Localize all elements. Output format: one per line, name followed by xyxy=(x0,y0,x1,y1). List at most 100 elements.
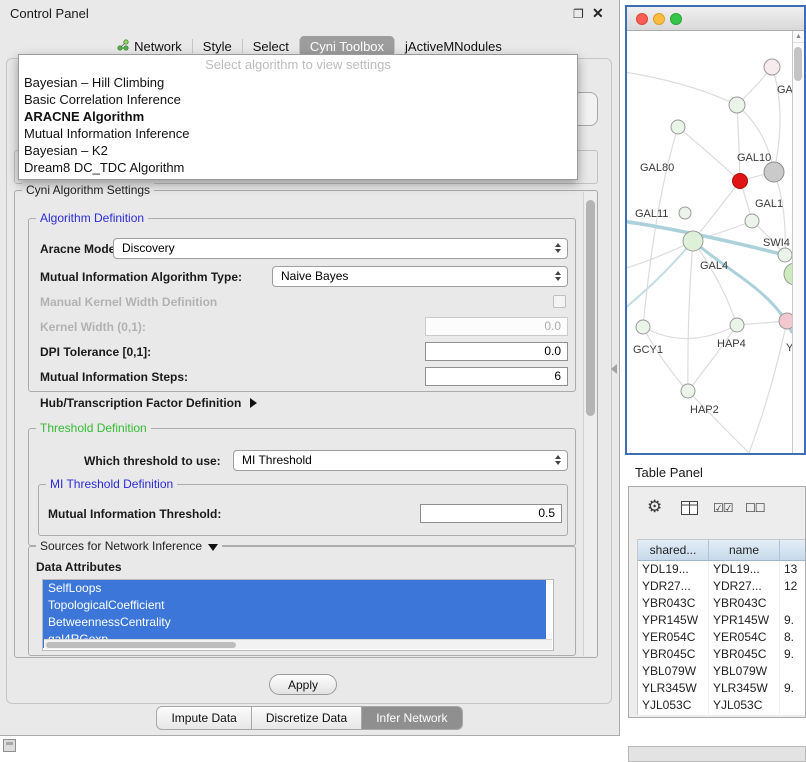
table-cell[interactable]: 13 xyxy=(780,561,805,578)
minimized-panel-icon[interactable] xyxy=(3,739,16,752)
table-cell[interactable]: YJL053C xyxy=(638,697,709,714)
table-cell[interactable]: YJL053C xyxy=(709,697,780,714)
close-traffic-light[interactable] xyxy=(636,13,648,25)
sources-group-toggle[interactable]: Sources for Network Inference xyxy=(36,539,222,553)
hub-definition-toggle[interactable]: Hub/Transcription Factor Definition xyxy=(40,396,257,410)
close-icon[interactable]: ✕ xyxy=(592,5,604,22)
table-row[interactable]: YJL053C YJL053C xyxy=(638,697,805,714)
table-cell[interactable]: 12 xyxy=(780,578,805,595)
table-cell[interactable] xyxy=(780,697,805,714)
node-label: SWI4 xyxy=(763,237,790,249)
menu-item[interactable]: Dream8 DC_TDC Algorithm xyxy=(19,159,577,176)
scrollbar-thumb[interactable] xyxy=(46,642,236,648)
table-cell[interactable]: YDL19... xyxy=(709,561,780,578)
table-cell[interactable]: YPR145W xyxy=(709,612,780,629)
manual-kernel-checkbox[interactable] xyxy=(553,295,566,308)
horizontal-scrollbar[interactable] xyxy=(44,639,552,649)
node-label: GAL4 xyxy=(700,260,728,272)
table-row[interactable]: YDR27... YDR27... 12 xyxy=(638,578,805,595)
table-row[interactable]: YBR043C YBR043C xyxy=(638,595,805,612)
table-cell[interactable] xyxy=(780,595,805,612)
table-cell[interactable]: YDR27... xyxy=(709,578,780,595)
show-columns-icon[interactable] xyxy=(681,501,698,520)
mi-steps-field[interactable]: 6 xyxy=(425,367,568,386)
table-cell[interactable]: YLR345W xyxy=(638,680,709,697)
mi-type-label: Mutual Information Algorithm Type: xyxy=(40,270,242,284)
table-cell[interactable]: YBR045C xyxy=(638,646,709,663)
mi-type-combobox[interactable]: Naive Bayes xyxy=(272,266,568,287)
menu-item[interactable]: Mutual Information Inference xyxy=(19,125,577,142)
table-cell[interactable]: YBR043C xyxy=(709,595,780,612)
table-cell[interactable]: YLR345W xyxy=(709,680,780,697)
tab-infer-network[interactable]: Infer Network xyxy=(362,706,462,730)
table-cell[interactable]: YBL079W xyxy=(638,663,709,680)
table-row[interactable]: YPR145W YPR145W 9. xyxy=(638,612,805,629)
select-checked-icon[interactable]: ☑☑ xyxy=(713,501,733,515)
scrollbar-thumb[interactable] xyxy=(794,47,802,81)
node-label: GAL80 xyxy=(640,162,674,174)
table-cell[interactable] xyxy=(780,663,805,680)
zoom-traffic-light[interactable] xyxy=(670,13,682,25)
splitter-handle[interactable] xyxy=(611,364,617,374)
list-item[interactable]: TopologicalCoefficient xyxy=(43,597,546,614)
column-header[interactable]: shared... xyxy=(638,540,709,561)
table-cell[interactable]: YDL19... xyxy=(638,561,709,578)
tab-discretize-data[interactable]: Discretize Data xyxy=(252,706,362,730)
aracne-mode-combobox[interactable]: Discovery xyxy=(113,238,568,259)
network-node xyxy=(779,313,792,329)
apply-button[interactable]: Apply xyxy=(269,674,337,695)
table-panel: ⚙ ☑☑ ☐☐ shared... name YDL19... YDL19...… xyxy=(628,486,806,718)
settings-group-title: Cyni Algorithm Settings xyxy=(22,183,154,197)
mi-threshold-field[interactable]: 0.5 xyxy=(420,504,562,523)
scrollbar-thumb[interactable] xyxy=(586,200,595,416)
float-window-icon[interactable]: ❐ xyxy=(573,7,584,21)
table-cell[interactable]: YBL079W xyxy=(709,663,780,680)
table-cell[interactable]: YBR043C xyxy=(638,595,709,612)
node-label: GAL10 xyxy=(737,152,771,164)
table-row[interactable]: YDL19... YDL19... 13 xyxy=(638,561,805,578)
table-cell[interactable]: 9. xyxy=(780,680,805,697)
dpi-tolerance-label: DPI Tolerance [0,1]: xyxy=(40,345,151,359)
table-cell[interactable]: YER054C xyxy=(638,629,709,646)
which-threshold-combobox[interactable]: MI Threshold xyxy=(233,450,568,471)
table-cell[interactable]: 8. xyxy=(780,629,805,646)
menu-item[interactable]: Basic Correlation Inference xyxy=(19,91,577,108)
gear-icon[interactable]: ⚙ xyxy=(647,497,662,517)
table-row[interactable]: YBR045C YBR045C 9. xyxy=(638,646,805,663)
algorithm-definition-title: Algorithm Definition xyxy=(36,211,148,225)
column-header[interactable]: name xyxy=(709,540,780,561)
network-canvas[interactable]: GAL80 GAL10 GAL11 GAL1 SWI4 GAL4 GCY1 HA… xyxy=(627,31,792,453)
scroll-up-arrow-icon[interactable]: ▲ xyxy=(793,31,804,43)
mi-threshold-label: Mutual Information Threshold: xyxy=(48,507,221,521)
bottom-panel-strip xyxy=(628,746,806,762)
table-cell[interactable]: YPR145W xyxy=(638,612,709,629)
data-attributes-list[interactable]: SelfLoops TopologicalCoefficient Between… xyxy=(42,579,554,651)
minimize-traffic-light[interactable] xyxy=(653,13,665,25)
table-row[interactable]: YBL079W YBL079W xyxy=(638,663,805,680)
menu-item[interactable]: Bayesian – K2 xyxy=(19,142,577,159)
table-row[interactable]: YER054C YER054C 8. xyxy=(638,629,805,646)
menu-item-selected[interactable]: ARACNE Algorithm xyxy=(19,108,577,125)
menu-item[interactable]: Bayesian – Hill Climbing xyxy=(19,74,577,91)
combo-arrows-icon xyxy=(555,243,561,253)
vertical-scrollbar[interactable]: ▲ xyxy=(792,31,804,453)
select-unchecked-icon[interactable]: ☐☐ xyxy=(745,501,765,515)
tab-impute-data[interactable]: Impute Data xyxy=(156,706,251,730)
network-node xyxy=(764,162,784,182)
column-header[interactable] xyxy=(780,540,805,561)
table-cell[interactable]: YDR27... xyxy=(638,578,709,595)
tab-select-label: Select xyxy=(253,39,289,54)
list-item[interactable]: BetweennessCentrality xyxy=(43,614,546,631)
table-cell[interactable]: 9. xyxy=(780,612,805,629)
table-cell[interactable]: 9. xyxy=(780,646,805,663)
table-row[interactable]: YLR345W YLR345W 9. xyxy=(638,680,805,697)
list-item[interactable]: SelfLoops xyxy=(43,580,546,597)
table-cell[interactable]: YBR045C xyxy=(709,646,780,663)
tab-style-label: Style xyxy=(203,39,232,54)
dpi-tolerance-field[interactable]: 0.0 xyxy=(425,342,568,361)
table-cell[interactable]: YER054C xyxy=(709,629,780,646)
network-view-window: GAL80 GAL10 GAL11 GAL1 SWI4 GAL4 GCY1 HA… xyxy=(625,5,806,455)
network-node xyxy=(681,384,695,398)
vertical-scrollbar[interactable] xyxy=(583,192,596,656)
window-titlebar[interactable] xyxy=(627,7,804,31)
